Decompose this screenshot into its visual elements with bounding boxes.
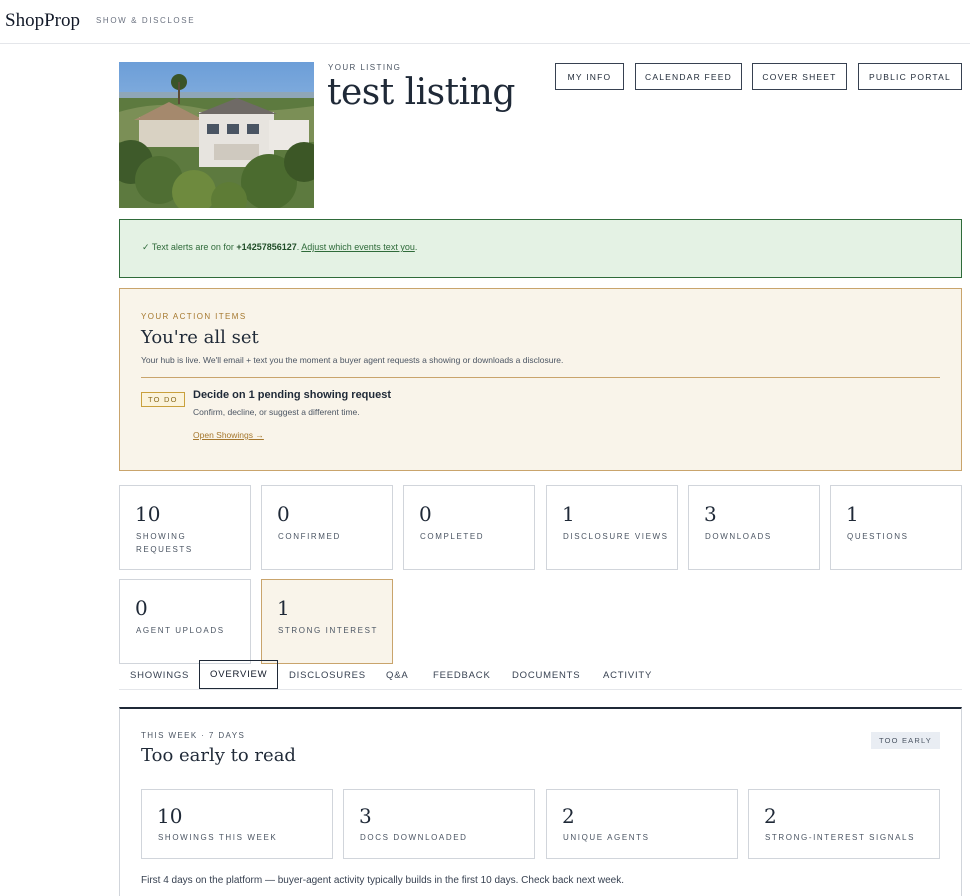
stat-value: 0 <box>135 596 148 620</box>
action-items-divider <box>141 377 940 378</box>
listing-tabs: SHOWINGS OVERVIEW DISCLOSURES Q&A FEEDBA… <box>119 660 962 690</box>
stat-card-agent-uploads[interactable]: 0 AGENT UPLOADS <box>119 579 251 664</box>
stat-card-disclosure-views[interactable]: 1 DISCLOSURE VIEWS <box>546 485 678 570</box>
stat-card-strong-interest[interactable]: 1 STRONG INTEREST <box>261 579 393 664</box>
metric-label: UNIQUE AGENTS <box>563 833 650 842</box>
stat-label: STRONG INTEREST <box>278 626 379 635</box>
stat-label: COMPLETED <box>420 532 485 541</box>
tab-activity[interactable]: ACTIVITY <box>603 660 652 690</box>
cover-sheet-button[interactable]: COVER SHEET <box>752 63 847 90</box>
metric-label: SHOWINGS THIS WEEK <box>158 833 278 842</box>
stat-value: 1 <box>277 596 290 620</box>
metric-label: STRONG-INTEREST SIGNALS <box>765 833 916 842</box>
todo-badge: TO DO <box>141 392 185 407</box>
app-tagline: SHOW & DISCLOSE <box>96 16 196 25</box>
action-items-eyebrow: YOUR ACTION ITEMS <box>141 312 247 321</box>
public-portal-button[interactable]: PUBLIC PORTAL <box>858 63 962 90</box>
stat-label: CONFIRMED <box>278 532 341 541</box>
top-bar: ShopProp SHOW & DISCLOSE <box>0 0 970 44</box>
todo-title: Decide on 1 pending showing request <box>193 389 392 401</box>
metric-value: 2 <box>764 804 777 828</box>
tab-documents[interactable]: DOCUMENTS <box>512 660 580 690</box>
open-showings-link[interactable]: Open Showings → <box>193 430 264 440</box>
metric-label: DOCS DOWNLOADED <box>360 833 468 842</box>
stat-value: 1 <box>846 502 859 526</box>
stat-value: 0 <box>419 502 432 526</box>
tab-qa[interactable]: Q&A <box>386 660 408 690</box>
overview-panel: THIS WEEK · 7 DAYS Too early to read TOO… <box>119 707 962 896</box>
tab-feedback[interactable]: FEEDBACK <box>433 660 491 690</box>
stat-label: DISCLOSURE VIEWS <box>563 532 669 541</box>
stat-value: 0 <box>277 502 290 526</box>
stat-value: 10 <box>135 502 161 526</box>
action-items-title: You're all set <box>141 327 259 348</box>
listing-photo <box>119 62 314 208</box>
stat-card-downloads[interactable]: 3 DOWNLOADS <box>688 485 820 570</box>
stat-card-confirmed[interactable]: 0 CONFIRMED <box>261 485 393 570</box>
metric-card-strong-interest-signals: 2 STRONG-INTEREST SIGNALS <box>748 789 940 859</box>
overview-footnote: First 4 days on the platform — buyer-age… <box>141 875 624 886</box>
calendar-feed-button[interactable]: CALENDAR FEED <box>635 63 742 90</box>
stat-label: AGENT UPLOADS <box>136 626 225 635</box>
overview-eyebrow: THIS WEEK · 7 DAYS <box>141 731 246 740</box>
metric-value: 2 <box>562 804 575 828</box>
app-logo[interactable]: ShopProp <box>5 10 80 32</box>
listing-title: test listing <box>327 72 515 113</box>
alert-end: . <box>414 242 418 252</box>
stat-label: SHOWING REQUESTS <box>136 532 193 554</box>
too-early-badge: TOO EARLY <box>870 732 940 749</box>
stat-value: 1 <box>562 502 575 526</box>
alert-prefix: ✓ Text alerts are on for <box>142 242 237 252</box>
tab-disclosures[interactable]: DISCLOSURES <box>289 660 366 690</box>
tab-overview[interactable]: OVERVIEW <box>199 660 279 689</box>
overview-title: Too early to read <box>141 745 296 766</box>
stat-label: DOWNLOADS <box>705 532 772 541</box>
alert-phone: +14257856127 <box>236 242 297 252</box>
stat-card-questions[interactable]: 1 QUESTIONS <box>830 485 962 570</box>
metric-card-docs-downloaded: 3 DOCS DOWNLOADED <box>343 789 535 859</box>
metric-value: 3 <box>359 804 372 828</box>
adjust-alerts-link[interactable]: Adjust which events text you <box>301 242 415 252</box>
metric-card-unique-agents: 2 UNIQUE AGENTS <box>546 789 738 859</box>
stat-value: 3 <box>704 502 717 526</box>
listing-eyebrow: YOUR LISTING <box>328 63 402 72</box>
my-info-button[interactable]: MY INFO <box>555 63 624 90</box>
text-alert-banner: ✓ Text alerts are on for +14257856127. A… <box>119 219 962 278</box>
tab-showings[interactable]: SHOWINGS <box>130 660 189 690</box>
metric-value: 10 <box>157 804 183 828</box>
stat-card-completed[interactable]: 0 COMPLETED <box>403 485 535 570</box>
action-items-description: Your hub is live. We'll email + text you… <box>141 355 564 365</box>
stat-label: QUESTIONS <box>847 532 909 541</box>
metric-card-showings-this-week: 10 SHOWINGS THIS WEEK <box>141 789 333 859</box>
stat-card-showing-requests[interactable]: 10 SHOWING REQUESTS <box>119 485 251 570</box>
todo-subtitle: Confirm, decline, or suggest a different… <box>193 407 360 417</box>
action-items-panel: YOUR ACTION ITEMS You're all set Your hu… <box>119 288 962 471</box>
